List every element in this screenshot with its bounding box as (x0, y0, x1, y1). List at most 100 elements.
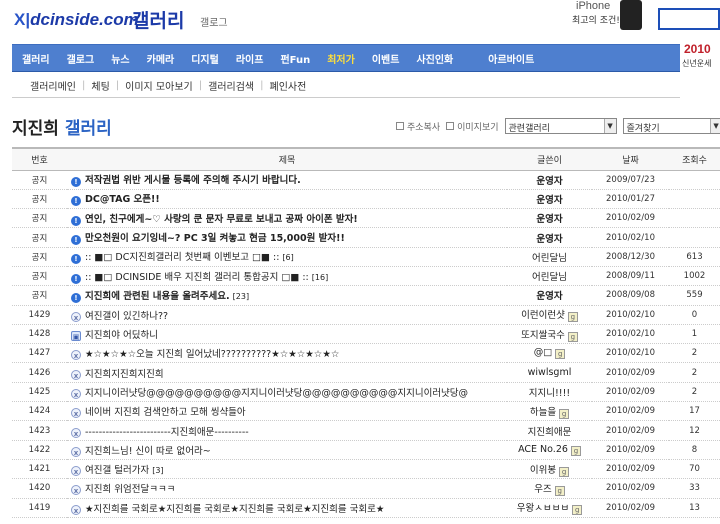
subnav-item[interactable]: 폐인사전 (270, 78, 307, 93)
post-title[interactable]: ★☆★☆★☆오늘 지진희 일어났네??????????★☆★☆★☆★☆ (85, 349, 339, 360)
post-author[interactable]: @□ g (507, 343, 592, 364)
header-author[interactable]: 글쓴이 (507, 147, 592, 171)
post-title-cell[interactable]: !:: ■□ DCINSIDE 배우 지진희 갤러리 통합공지 □■ :: [16… (67, 266, 507, 287)
comment-count[interactable]: [3] (152, 466, 163, 475)
post-title[interactable]: :: ■□ DCINSIDE 배우 지진희 갤러리 통합공지 □■ :: (85, 272, 309, 283)
post-title-cell[interactable]: x ★☆★☆★☆오늘 지진희 일어났네??????????★☆★☆★☆★☆ (67, 343, 507, 364)
header-date[interactable]: 날짜 (592, 147, 669, 171)
post-title[interactable]: ★지진희를 국회로★지진희를 국회로★지진희를 국회로★지진희를 국회로★ (85, 504, 384, 515)
image-icon[interactable] (446, 122, 455, 130)
post-author[interactable]: 운영자 (507, 208, 592, 229)
post-author[interactable]: 또지쌀국수 g (507, 324, 592, 345)
subnav-item[interactable]: 갤러리검색 (208, 78, 254, 93)
related-gallery-select[interactable]: 관련갤러리 ▼ (504, 118, 617, 134)
post-title-cell[interactable]: !:: ■□ DC지진희갤러리 첫번째 이벤보고 □■ :: [6] (67, 247, 507, 267)
post-title-cell[interactable]: ! DC@TAG 오픈!! (67, 189, 507, 210)
post-title-cell[interactable]: ! 지진희에 관련된 내용을 올려주세요. [23] (67, 285, 507, 306)
post-title[interactable]: :: ■□ DC지진희갤러리 첫번째 이벤보고 □■ :: (85, 252, 279, 263)
post-author[interactable]: 우왕ㅅㅂㅂㅂ g (507, 498, 592, 518)
nav-item[interactable]: 최저가 (327, 51, 355, 66)
post-title[interactable]: 지진희느님! 신이 따로 없어라~ (85, 446, 211, 457)
comment-count[interactable]: [16] (312, 273, 328, 282)
post-title-cell[interactable]: x -------------------------지진희애문---------… (67, 420, 507, 441)
subnav-item[interactable]: 갤러리메인 (30, 78, 76, 93)
header-views[interactable]: 조회수 (669, 147, 720, 171)
post-author[interactable]: 운영자 (507, 227, 592, 248)
nav-item[interactable]: 라이프 (236, 51, 264, 66)
post-title-cell[interactable]: ! 만오천원이 요기잉네~? PC 3일 켜놓고 현금 15,000원 받자!! (67, 227, 507, 248)
gallog-link[interactable]: 갤로그 (200, 14, 228, 29)
nav-item[interactable]: 아르바이트 (488, 51, 534, 66)
nav-item[interactable]: 디지털 (191, 51, 219, 66)
search-input[interactable] (658, 8, 720, 30)
fortune-2010-banner[interactable]: 2010 신년운세 (680, 36, 720, 72)
post-title[interactable]: 연인, 친구에게~♡ 사랑의 쿤 문자 무료로 보내고 공짜 아이폰 받자! (85, 214, 358, 225)
nav-item[interactable]: 갤러리 (22, 51, 50, 66)
post-no: 1424 (12, 401, 67, 422)
post-author[interactable]: 이위봉 g (507, 459, 592, 480)
post-title[interactable]: 저작권법 위반 게시물 등록에 주의해 주시기 바랍니다. (85, 175, 301, 186)
post-title-cell[interactable]: x 여진갤 털러가자 [3] (67, 459, 507, 480)
post-author[interactable]: 어린달님 (507, 266, 592, 287)
post-title[interactable]: -------------------------지진희애문---------- (85, 427, 249, 438)
post-title[interactable]: 만오천원이 요기잉네~? PC 3일 켜놓고 현금 15,000원 받자!! (85, 233, 345, 244)
nav-item[interactable]: 갤로그 (67, 51, 95, 66)
post-title[interactable]: 네이버 지진희 검색안하고 모해 씽샥들아 (85, 407, 246, 418)
iphone-promo-banner[interactable]: iPhone 최고의 조건! (566, 0, 646, 34)
favorites-select[interactable]: 즐겨찾기 ▼ (622, 118, 720, 134)
post-title[interactable]: DC@TAG 오픈!! (85, 194, 160, 205)
post-author[interactable]: 하늘을 g (507, 401, 592, 422)
post-title[interactable]: 여진갤 털러가자 (85, 465, 149, 476)
post-author[interactable]: ACE No.26 g (507, 440, 592, 460)
post-title[interactable]: 지진희에 관련된 내용을 올려주세요. (85, 291, 230, 302)
address-copy-button[interactable]: 주소복사 (407, 120, 440, 133)
nav-item[interactable]: 뉴스 (111, 51, 129, 66)
header-title[interactable]: 제목 (67, 147, 507, 171)
image-view-button[interactable]: 이미지보기 (457, 120, 498, 133)
gallog-icon[interactable]: g (559, 466, 570, 477)
gallog-icon[interactable]: g (572, 505, 583, 516)
post-title-cell[interactable]: ▣ 지진희야 어딨하니 (67, 324, 507, 345)
post-author[interactable]: 지진희애문 (507, 420, 592, 441)
copy-icon[interactable] (396, 122, 404, 130)
gallery-title[interactable]: 갤러리 (132, 6, 184, 33)
gallog-icon[interactable]: g (567, 312, 578, 323)
post-title[interactable]: 지지니이러냣당@@@@@@@@@@지지니이러냣당@@@@@@@@@@지지니이러냣… (85, 388, 468, 399)
post-title-cell[interactable]: ! 연인, 친구에게~♡ 사랑의 쿤 문자 무료로 보내고 공짜 아이폰 받자! (67, 208, 507, 229)
post-title[interactable]: 지진희야 어딨하니 (85, 330, 158, 341)
post-author[interactable]: 운영자 (507, 189, 592, 210)
post-title-cell[interactable]: x 지진희 위엄전달ㅋㅋㅋ (67, 478, 507, 499)
post-title-cell[interactable]: x ★지진희를 국회로★지진희를 국회로★지진희를 국회로★지진희를 국회로★ (67, 498, 507, 518)
gallog-icon[interactable]: g (555, 349, 566, 360)
comment-count[interactable]: [6] (282, 253, 293, 262)
post-title[interactable]: 여진갤이 있긴하나?? (85, 311, 168, 322)
post-author[interactable]: 운영자 (507, 170, 592, 190)
nav-item[interactable]: 사진인화 (416, 51, 453, 66)
gallog-icon[interactable]: g (554, 485, 565, 496)
nav-item[interactable]: 이벤트 (372, 51, 400, 66)
post-author[interactable]: 이런이런샷 g (507, 305, 592, 325)
gallog-icon[interactable]: g (570, 445, 581, 456)
post-title[interactable]: 지진희 위엄전달ㅋㅋㅋ (85, 484, 175, 495)
gallog-icon[interactable]: g (559, 408, 570, 419)
post-author[interactable]: 지지니!!!! (507, 382, 592, 403)
comment-count[interactable]: [23] (233, 292, 249, 301)
post-author[interactable]: wiwlsgml (507, 362, 592, 383)
subnav-item[interactable]: 체팅 (91, 78, 109, 93)
post-author[interactable]: 우즈 g (507, 478, 592, 499)
post-author[interactable]: 어린달님 (507, 247, 592, 267)
post-author[interactable]: 운영자 (507, 285, 592, 306)
post-title-cell[interactable]: x 지진희느님! 신이 따로 없어라~ (67, 440, 507, 460)
gallog-icon[interactable]: g (567, 331, 578, 342)
post-title-cell[interactable]: ! 저작권법 위반 게시물 등록에 주의해 주시기 바랍니다. (67, 170, 507, 190)
nav-item[interactable]: 펀Fun (280, 51, 310, 66)
dcinside-logo[interactable]: X|dcinside.com (14, 10, 139, 30)
subnav-item[interactable]: 이미지 모아보기 (125, 78, 193, 93)
post-title-cell[interactable]: x 네이버 지진희 검색안하고 모해 씽샥들아 (67, 401, 507, 422)
post-title-cell[interactable]: x 지진희지진희지진희 (67, 362, 507, 383)
post-title-cell[interactable]: x 지지니이러냣당@@@@@@@@@@지지니이러냣당@@@@@@@@@@지지니이러… (67, 382, 507, 403)
nav-item[interactable]: 카메라 (147, 51, 175, 66)
header-no[interactable]: 번호 (12, 147, 67, 171)
post-title-cell[interactable]: x 여진갤이 있긴하나?? (67, 305, 507, 325)
post-title[interactable]: 지진희지진희지진희 (85, 369, 164, 380)
